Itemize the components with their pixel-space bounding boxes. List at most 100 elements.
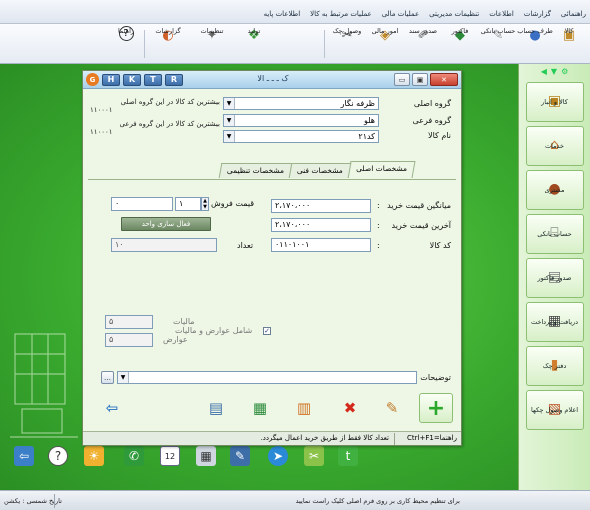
item-name-combo[interactable]: کد۲۱ ▼	[223, 130, 379, 143]
menu-item-item-operations[interactable]: عملیات مرتبط به کالا	[310, 10, 372, 18]
activate-unit-button[interactable]: فعال سازی واحد	[121, 217, 211, 231]
weather-icon[interactable]: ☀	[84, 446, 104, 466]
duty-field: ۵	[105, 333, 153, 347]
menu-bar: اطلاعات پایه عملیات مرتبط به کالا عملیات…	[0, 0, 590, 24]
tab-config-specs[interactable]: مشخصات تنظیمی	[218, 163, 293, 178]
titlebar-left: G H K T R	[86, 73, 183, 86]
toolbar-party-button[interactable]: ● طرف حساب	[517, 26, 552, 62]
dialog-tabs: مشخصات اصلی مشخصات فنی مشخصات تنظیمی	[218, 161, 416, 179]
item-code-field[interactable]: ۰۱۱۰۱۰۰۱	[271, 238, 371, 252]
menu-item-admin-settings[interactable]: تنظیمات مدیریتی	[429, 10, 479, 18]
key-k-button[interactable]: K	[123, 73, 141, 86]
toolbar-item-button[interactable]: ▣ کالا	[552, 26, 586, 62]
item-name-label: نام کالا	[428, 131, 451, 140]
tax-field: ۵	[105, 315, 153, 329]
toolbar-reports-button[interactable]: ◐ گزارشات	[148, 26, 188, 62]
edit-button[interactable]: ✎	[377, 395, 407, 421]
toolbar-issue-document-button[interactable]: ✐ صدور سند	[404, 26, 442, 62]
status-divider	[394, 433, 395, 445]
sidebar-item-services[interactable]: ⌂ خدمات	[525, 126, 584, 166]
sidebar-item-payment[interactable]: ▦ دریافت و پرداخت	[525, 302, 584, 342]
quantity-stepper[interactable]: ▲ ▼	[201, 197, 209, 211]
description-combo[interactable]: ▼	[117, 371, 417, 384]
avg-purchase-price-field[interactable]: ۲،۱۷۰،۰۰۰	[271, 199, 371, 213]
currency-icon[interactable]: t	[338, 446, 358, 466]
key-r-button[interactable]: R	[165, 73, 183, 86]
dialog-title: ک ـ ـ ـ الا	[257, 74, 289, 83]
toolbar-settings-button[interactable]: ✦ تنظیمات	[192, 26, 232, 62]
toolbar-production-button[interactable]: ❖ تولید	[234, 26, 274, 62]
exit-icon[interactable]: ⇦	[14, 446, 34, 466]
toolbar-help-button[interactable]: ? راهنما	[110, 26, 142, 62]
toolbar-separator	[324, 30, 325, 58]
sidebar-item-bank-account[interactable]: ⌸ حساب بانکی	[525, 214, 584, 254]
calculator-icon[interactable]: ▦	[196, 446, 216, 466]
item-code-label: کد کالا	[429, 241, 451, 250]
import-button[interactable]: ▦	[245, 395, 275, 421]
maximize-button[interactable]: ▣	[412, 73, 428, 86]
include-tax-checkbox[interactable]: ✓	[263, 327, 271, 335]
last-purchase-price-field[interactable]: ۲،۱۷۰،۰۰۰	[271, 218, 371, 232]
description-label: توضیحات	[420, 373, 451, 382]
menu-item-financial[interactable]: عملیات مالی	[382, 10, 419, 18]
exit-door-icon: ⇦	[105, 399, 119, 417]
calendar-icon[interactable]: 12	[160, 446, 180, 466]
sidebar-item-invoice[interactable]: ▤ صدور فاکتور	[525, 258, 584, 298]
minimize-button[interactable]: ▭	[394, 73, 410, 86]
more-button[interactable]: …	[101, 371, 114, 384]
main-group-combo[interactable]: ظرفه نگار ▼	[223, 97, 379, 110]
sub-group-combo[interactable]: هلو ▼	[223, 114, 379, 127]
preview-button[interactable]: ▤	[201, 395, 231, 421]
max-code-sub-group-hint: بیشترین کد کالا در این گروه فرعی ۱۱۰۰۰۱	[90, 120, 220, 136]
sidebar-item-warehouse[interactable]: ▣ کالا و انبار	[525, 82, 584, 122]
sidebar-item-customer[interactable]: ● مشتری	[525, 170, 584, 210]
arrow-left-icon[interactable]: ◀	[541, 67, 547, 76]
settings-icon[interactable]: ⚙	[561, 67, 568, 76]
window-controls: ▭ ▣ ✕	[394, 73, 458, 86]
sidebar-item-checkbook[interactable]: ▮ دفتر چک	[525, 346, 584, 386]
shortcut-hint: راهنما=Ctrl+F1	[407, 434, 457, 442]
phone-icon[interactable]: ✆	[124, 446, 144, 466]
chevron-down-icon[interactable]: ▼	[224, 131, 235, 142]
duty-label: عوارض	[163, 335, 188, 344]
close-button[interactable]: ✕	[430, 73, 458, 86]
sidebar-controls: ◀ ▼ ⚙	[519, 64, 590, 78]
list-button[interactable]: ▥	[289, 395, 319, 421]
help-icon[interactable]: ?	[48, 446, 68, 466]
chevron-down-icon[interactable]: ▼	[118, 372, 129, 383]
toolbar: ▣ کالا ● طرف حساب ✎ حساب بانکی ◆ فاکتور …	[0, 24, 590, 64]
menu-item-help[interactable]: راهنمائی	[561, 10, 586, 18]
toolbar-separator	[144, 30, 145, 58]
chevron-down-icon[interactable]: ▼	[224, 115, 235, 126]
key-t-button[interactable]: T	[144, 73, 162, 86]
arrow-down-icon[interactable]: ▼	[551, 67, 557, 76]
delete-button[interactable]: ✖	[335, 395, 365, 421]
colon-separator: :	[377, 241, 380, 250]
key-h-button[interactable]: H	[102, 73, 120, 86]
chevron-down-icon[interactable]: ▼	[224, 98, 235, 109]
menu-item-info[interactable]: اطلاعات	[489, 10, 514, 18]
tab-technical-specs[interactable]: مشخصات فنی	[288, 163, 352, 178]
notes-icon[interactable]: ✎	[230, 446, 250, 466]
sale-qty-field[interactable]: ۱	[175, 197, 201, 211]
toolbar-cash-check-button[interactable]: ✂ وصول چک	[328, 26, 366, 62]
tab-main-specs[interactable]: مشخصات اصلی	[347, 161, 416, 178]
sale-price-field[interactable]: ۰	[111, 197, 173, 211]
exit-button[interactable]: ⇦	[97, 395, 127, 421]
add-button[interactable]: +	[419, 393, 453, 423]
sidebar-item-cheque-notice[interactable]: ▧ اعلام وصول چکها	[525, 390, 584, 430]
toolbar-bank-account-button[interactable]: ✎ حساب بانکی	[478, 26, 518, 62]
dialog-status-bar: راهنما=Ctrl+F1 تعداد کالا فقط از طریق خر…	[83, 431, 461, 445]
count-field: ۱۰	[111, 238, 217, 252]
main-group-label: گروه اصلی	[413, 99, 451, 108]
toolbar-finance-button[interactable]: ◈ امور مالی	[368, 26, 402, 62]
decorative-building-graphic	[10, 333, 78, 438]
telegram-icon[interactable]: ➤	[268, 446, 288, 466]
menu-item-reports[interactable]: گزارشات	[524, 10, 551, 18]
menu-item-base-info[interactable]: اطلاعات پایه	[264, 10, 301, 18]
delete-x-icon: ✖	[343, 399, 357, 417]
status-message: تعداد کالا فقط از طریق خرید اعمال میگردد…	[260, 434, 389, 442]
tools-icon[interactable]: ✂	[304, 446, 324, 466]
max-code-main-group-hint: بیشترین کد کالا در این گروه اصلی ۱۱۰۰۰۱	[90, 98, 220, 114]
toolbar-invoice-button[interactable]: ◆ فاکتور	[444, 26, 476, 62]
